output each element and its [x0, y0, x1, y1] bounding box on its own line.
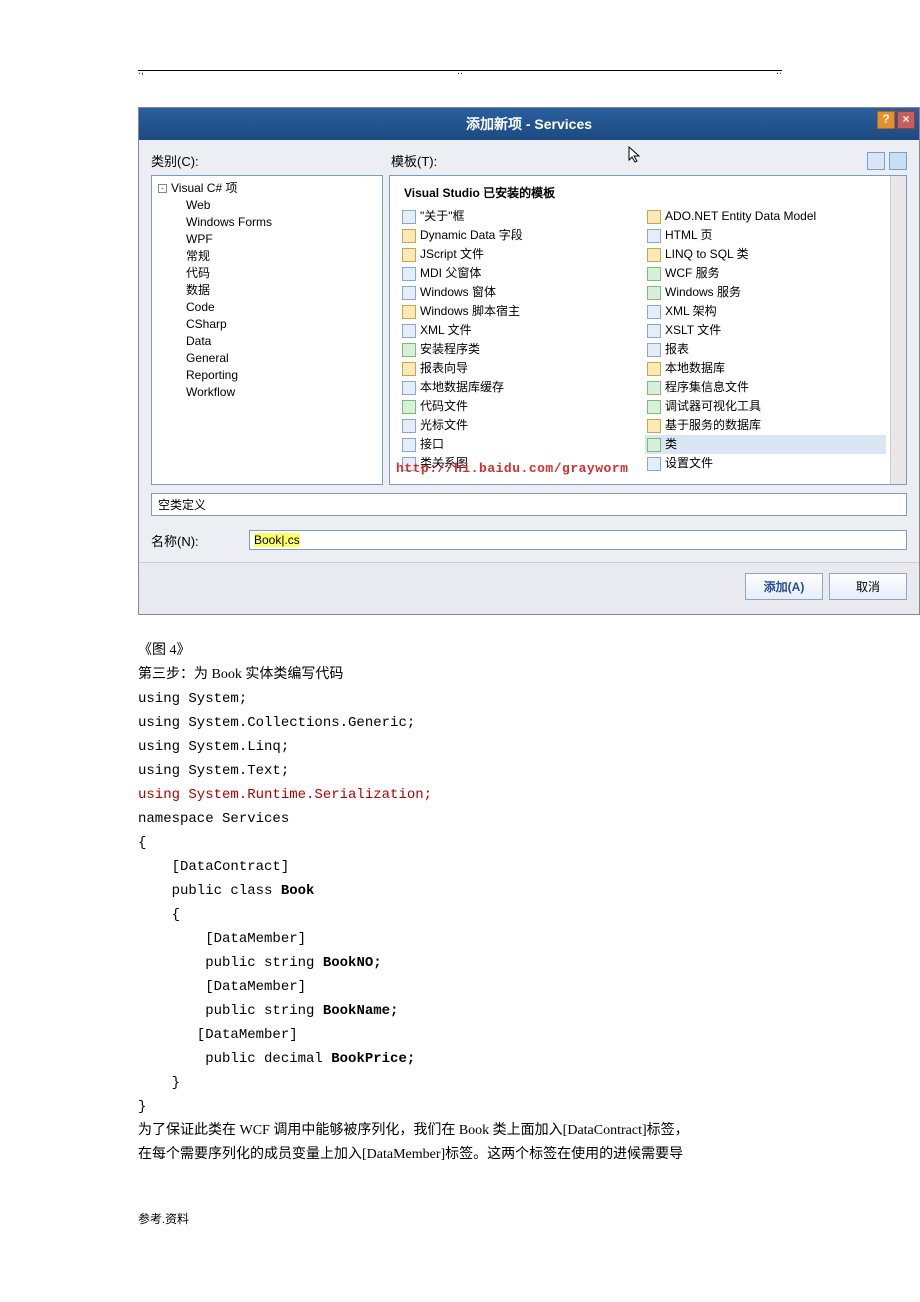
template-item[interactable]: Dynamic Data 字段: [400, 226, 641, 245]
tree-item[interactable]: General: [186, 350, 376, 367]
code-field: public decimal BookPrice;: [138, 1047, 782, 1071]
paragraph: 在每个需要序列化的成员变量上加入[DataMember]标签。这两个标签在使用的…: [138, 1143, 782, 1167]
category-tree[interactable]: - Visual C# 项 Web Windows Forms WPF 常规 代…: [151, 175, 383, 485]
dialog-title: 添加新项 - Services: [466, 114, 592, 134]
code-attr: [DataContract]: [138, 855, 782, 879]
cursor-icon: [627, 146, 643, 164]
template-item[interactable]: "关于"框: [400, 207, 641, 226]
template-item[interactable]: 光标文件: [400, 416, 641, 435]
tree-item[interactable]: Reporting: [186, 367, 376, 384]
templates-header: Visual Studio 已安装的模板: [400, 182, 886, 203]
header-marks: ., .. ..: [138, 65, 782, 77]
template-item[interactable]: 本地数据库缓存: [400, 378, 641, 397]
template-item[interactable]: HTML 页: [645, 226, 886, 245]
code-brace: {: [138, 903, 782, 927]
tree-item[interactable]: Data: [186, 333, 376, 350]
code-line: namespace Services: [138, 807, 782, 831]
template-item[interactable]: LINQ to SQL 类: [645, 245, 886, 264]
template-item[interactable]: ADO.NET Entity Data Model: [645, 207, 886, 226]
tree-item[interactable]: Workflow: [186, 384, 376, 401]
code-attr: [DataMember]: [138, 975, 782, 999]
name-input[interactable]: Book|.cs: [249, 530, 907, 550]
tree-item[interactable]: 代码: [186, 265, 376, 282]
code-brace: }: [138, 1071, 782, 1095]
template-item[interactable]: MDI 父窗体: [400, 264, 641, 283]
step-title: 第三步：为 Book 实体类编写代码: [138, 663, 782, 687]
template-item[interactable]: 报表向导: [400, 359, 641, 378]
tree-item[interactable]: Windows Forms: [186, 214, 376, 231]
template-item[interactable]: WCF 服务: [645, 264, 886, 283]
code-line-highlight: using System.Runtime.Serialization;: [138, 783, 782, 807]
template-item[interactable]: 设置文件: [645, 454, 886, 473]
template-item[interactable]: 报表: [645, 340, 886, 359]
document-body: 《图 4》 第三步：为 Book 实体类编写代码 using System; u…: [138, 639, 782, 1231]
template-label: 模板(T):: [391, 151, 437, 170]
dialog-titlebar: 添加新项 - Services ? ×: [139, 108, 919, 140]
code-attr: [DataMember]: [138, 1023, 782, 1047]
template-item[interactable]: 基于服务的数据库: [645, 416, 886, 435]
tree-item[interactable]: 数据: [186, 282, 376, 299]
code-line: using System.Linq;: [138, 735, 782, 759]
code-attr: [DataMember]: [138, 927, 782, 951]
name-label: 名称(N):: [151, 531, 241, 550]
template-item[interactable]: 安装程序类: [400, 340, 641, 359]
template-item[interactable]: XML 文件: [400, 321, 641, 340]
code-line: using System.Collections.Generic;: [138, 711, 782, 735]
template-list[interactable]: Visual Studio 已安装的模板 "关于"框 Dynamic Data …: [389, 175, 907, 485]
tree-item[interactable]: Code: [186, 299, 376, 316]
template-item[interactable]: 接口: [400, 435, 641, 454]
code-field: public string BookName;: [138, 999, 782, 1023]
code-class: public class Book: [138, 879, 782, 903]
template-item[interactable]: XML 架构: [645, 302, 886, 321]
template-item-selected[interactable]: 类: [645, 435, 886, 454]
footer: 参考.资料: [138, 1207, 782, 1231]
code-brace: }: [138, 1095, 782, 1119]
tree-item[interactable]: WPF: [186, 231, 376, 248]
code-field: public string BookNO;: [138, 951, 782, 975]
collapse-icon[interactable]: -: [158, 184, 167, 193]
template-item[interactable]: Windows 窗体: [400, 283, 641, 302]
template-item[interactable]: Windows 服务: [645, 283, 886, 302]
scrollbar[interactable]: [890, 176, 906, 484]
template-item[interactable]: 程序集信息文件: [645, 378, 886, 397]
tree-item[interactable]: 常规: [186, 248, 376, 265]
template-description: 空类定义: [151, 493, 907, 516]
cancel-button[interactable]: 取消: [829, 573, 907, 600]
add-button[interactable]: 添加(A): [745, 573, 823, 600]
help-button[interactable]: ?: [877, 111, 895, 129]
tree-item[interactable]: CSharp: [186, 316, 376, 333]
code-brace: {: [138, 831, 782, 855]
code-line: using System.Text;: [138, 759, 782, 783]
small-icons-button[interactable]: [889, 152, 907, 170]
tree-root[interactable]: - Visual C# 项: [158, 180, 376, 197]
template-item[interactable]: 代码文件: [400, 397, 641, 416]
large-icons-button[interactable]: [867, 152, 885, 170]
template-item[interactable]: 调试器可视化工具: [645, 397, 886, 416]
template-item[interactable]: 本地数据库: [645, 359, 886, 378]
code-line: using System;: [138, 687, 782, 711]
figure-caption: 《图 4》: [138, 639, 782, 663]
template-item[interactable]: Windows 脚本宿主: [400, 302, 641, 321]
close-button[interactable]: ×: [897, 111, 915, 129]
add-new-item-dialog: 添加新项 - Services ? × 类别(C): 模板(T):: [138, 107, 920, 615]
category-label: 类别(C):: [151, 151, 391, 170]
template-item[interactable]: XSLT 文件: [645, 321, 886, 340]
tree-item[interactable]: Web: [186, 197, 376, 214]
paragraph: 为了保证此类在 WCF 调用中能够被序列化，我们在 Book 类上面加入[Dat…: [138, 1119, 782, 1143]
template-item[interactable]: JScript 文件: [400, 245, 641, 264]
watermark: http://hi.baidu.com/grayworm: [396, 461, 628, 476]
